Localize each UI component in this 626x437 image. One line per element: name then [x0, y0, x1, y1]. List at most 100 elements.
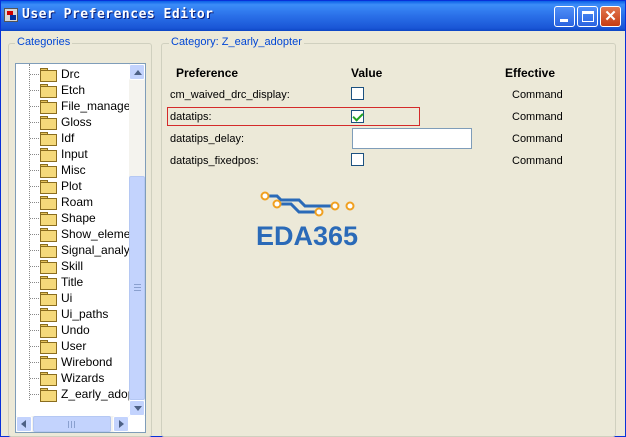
- folder-icon: [40, 84, 57, 98]
- logo-node: [345, 201, 355, 211]
- checkbox-datatips-fixedpos[interactable]: [351, 153, 364, 166]
- column-header-value: Value: [351, 66, 383, 80]
- folder-icon: [40, 228, 57, 242]
- folder-icon: [40, 196, 57, 210]
- tree-item-label: Shape: [61, 211, 96, 225]
- horizontal-scroll-thumb[interactable]: [33, 416, 111, 432]
- minimize-button[interactable]: [554, 6, 575, 27]
- tree-item-label: Input: [61, 147, 88, 161]
- tree-item-label: Misc: [61, 163, 86, 177]
- tree-branch: [30, 330, 39, 331]
- tree-branch: [30, 346, 39, 347]
- logo-node: [272, 199, 282, 209]
- maximize-button[interactable]: [577, 6, 598, 27]
- logo-node: [260, 191, 270, 201]
- effective-value: Command: [512, 133, 563, 145]
- folder-icon: [40, 372, 57, 386]
- tree-item-label: File_managem: [61, 99, 129, 113]
- logo-text: EDA365: [256, 221, 358, 249]
- tree-branch: [30, 138, 39, 139]
- folder-icon: [40, 148, 57, 162]
- folder-icon: [40, 244, 57, 258]
- tree-branch: [30, 170, 39, 171]
- maximize-icon: [582, 11, 594, 22]
- tree-item-label: Etch: [61, 83, 86, 97]
- tree-item-label: Drc: [61, 67, 80, 81]
- preference-label-datatips-delay: datatips_delay:: [170, 133, 244, 145]
- grip-icon: [134, 284, 141, 292]
- folder-icon: [40, 100, 57, 114]
- tree-item-label: User: [61, 339, 87, 353]
- grip-icon: [68, 421, 76, 428]
- folder-icon: [40, 356, 57, 370]
- folder-icon: [40, 340, 57, 354]
- preferences-window: User Preferences Editor ✕ Categories Drc…: [0, 0, 626, 437]
- tree-branch: [30, 122, 39, 123]
- tree-viewport: Drc Etch File_managem Gloss Idf Input Misc Plot…: [16, 64, 129, 416]
- tree-branch: [30, 298, 39, 299]
- effective-value: Command: [512, 89, 563, 101]
- tree-branch: [30, 218, 39, 219]
- tree-item-label: Title: [61, 275, 84, 289]
- eda365-logo: EDA365: [256, 191, 358, 249]
- app-icon[interactable]: [4, 8, 18, 22]
- folder-icon: [40, 68, 57, 82]
- tree-branch: [30, 74, 39, 75]
- tree-branch: [30, 314, 39, 315]
- tree-branch: [30, 266, 39, 267]
- folder-icon: [40, 308, 57, 322]
- tree-item-label: Ui_paths: [61, 307, 109, 321]
- folder-icon: [40, 260, 57, 274]
- tree-item-label: Roam: [61, 195, 94, 209]
- tree-branch: [30, 394, 39, 395]
- category-panel: [161, 43, 616, 437]
- checkbox-datatips[interactable]: [351, 110, 364, 123]
- folder-icon: [40, 132, 57, 146]
- scroll-left-button[interactable]: [16, 416, 32, 432]
- title-bar[interactable]: User Preferences Editor ✕: [1, 1, 625, 31]
- column-header-effective: Effective: [505, 66, 556, 80]
- tree-branch: [30, 202, 39, 203]
- tree-item-label: Ui: [61, 291, 73, 305]
- tree-item-label: Wirebond: [61, 355, 113, 369]
- scroll-down-button[interactable]: [129, 400, 145, 416]
- tree-item-label: Gloss: [61, 115, 92, 129]
- effective-value: Command: [512, 155, 563, 167]
- tree-branch: [30, 378, 39, 379]
- tree-branch: [30, 362, 39, 363]
- preference-label-cm-waived-drc-display: cm_waived_drc_display:: [170, 89, 290, 101]
- column-header-preference: Preference: [176, 66, 239, 80]
- categories-label: Categories: [15, 36, 73, 48]
- vertical-scroll-thumb[interactable]: [129, 176, 145, 400]
- datatips-delay-input[interactable]: [352, 128, 472, 149]
- checkbox-cm-waived-drc-display[interactable]: [351, 87, 364, 100]
- folder-icon: [40, 324, 57, 338]
- close-button[interactable]: ✕: [600, 6, 621, 27]
- tree-item-label: Skill: [61, 259, 84, 273]
- tree-item-label: Signal_analysi: [61, 243, 129, 257]
- effective-value: Command: [512, 111, 563, 123]
- tree-item-label: Plot: [61, 179, 82, 193]
- tree-branch: [30, 154, 39, 155]
- tree-item-label: Idf: [61, 131, 75, 145]
- window-title: User Preferences Editor: [22, 7, 214, 22]
- tree-item-label: Z_early_adopt: [61, 387, 129, 401]
- minimize-icon: [560, 19, 568, 22]
- vertical-scrollbar[interactable]: [129, 64, 145, 416]
- scroll-right-button[interactable]: [113, 416, 129, 432]
- tree-branch: [30, 186, 39, 187]
- folder-icon: [40, 164, 57, 178]
- tree-item-label: Wizards: [61, 371, 105, 385]
- folder-icon: [40, 292, 57, 306]
- folder-icon: [40, 116, 57, 130]
- category-tree[interactable]: Drc Etch File_managem Gloss Idf Input Misc Plot…: [15, 63, 146, 433]
- preference-label-datatips-fixedpos: datatips_fixedpos:: [170, 155, 259, 167]
- folder-icon: [40, 388, 57, 402]
- scroll-up-button[interactable]: [129, 64, 145, 80]
- tree-connector: [29, 64, 30, 400]
- tree-branch: [30, 90, 39, 91]
- tree-branch: [30, 234, 39, 235]
- horizontal-scrollbar[interactable]: [16, 416, 129, 432]
- preference-label-datatips: datatips:: [170, 111, 212, 123]
- tree-branch: [30, 250, 39, 251]
